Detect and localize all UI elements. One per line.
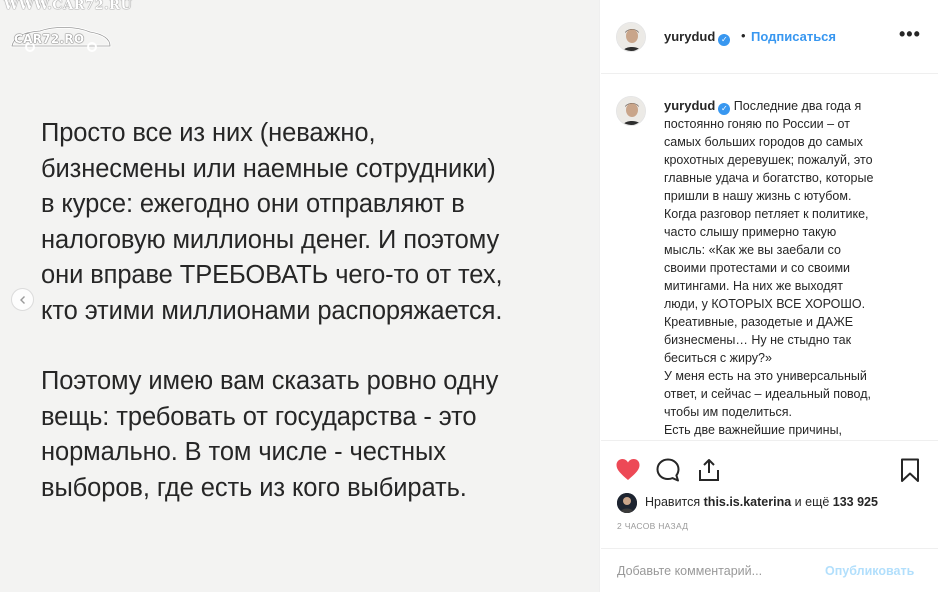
caption-line: самых больших городов до самых — [664, 135, 863, 149]
avatar-photo — [617, 97, 645, 125]
carousel-prev-button[interactable] — [11, 288, 34, 311]
heart-icon — [616, 459, 640, 480]
quote-paragraph-2: Поэтому имею вам сказать ровно одну вещь… — [41, 364, 581, 506]
image-quote-text: Просто все из них (неважно, бизнесмены и… — [41, 116, 581, 506]
likes-count[interactable]: 133 925 — [833, 495, 878, 509]
header-username[interactable]: yurydud ✓ — [664, 29, 731, 46]
caption-line: У меня есть на это универсальный — [664, 369, 867, 383]
caption-line: часто слышу примерно такую — [664, 225, 837, 239]
post-image: WWW.CAR72.RU CAR72.RO Просто все из них … — [0, 0, 600, 592]
quote-line: кто этими миллионами распоряжается. — [41, 296, 503, 325]
quote-line: они вправе ТРЕБОВАТЬ чего-то от тех, — [41, 261, 503, 289]
caption-line: крохотных деревушек; пожалуй, это — [664, 153, 873, 167]
likes-prefix: Нравится — [645, 495, 704, 509]
watermark-logo-text: CAR72.RO — [14, 32, 85, 46]
username-text: yurydud — [664, 29, 716, 44]
caption-scroll-area[interactable]: yurydud ✓ Последние два года я постоянно … — [601, 75, 938, 437]
quote-line: вещь: требовать от государства - это — [41, 402, 477, 431]
caption-line: главные удача и богатство, которые — [664, 171, 874, 185]
liker-username[interactable]: this.is.katerina — [704, 495, 792, 509]
caption-line: митингами. На них же выходят — [664, 279, 843, 293]
quote-line: бизнесмены или наемные сотрудники) — [41, 154, 496, 183]
liker-avatar-photo — [617, 493, 637, 513]
caption-username[interactable]: yurydud — [664, 98, 715, 113]
bookmark-icon — [901, 458, 919, 482]
liker-avatar[interactable] — [617, 493, 637, 513]
comment-button[interactable] — [655, 457, 681, 483]
verified-badge-icon: ✓ — [718, 34, 731, 46]
quote-line: Просто все из них (неважно, — [41, 119, 376, 147]
avatar[interactable] — [616, 96, 646, 126]
watermark-site: WWW.CAR72.RU — [4, 0, 133, 13]
post-timestamp[interactable]: 2 ЧАСОВ НАЗАД — [617, 521, 688, 531]
chevron-left-icon — [19, 295, 25, 304]
comment-input[interactable] — [617, 561, 817, 581]
avatar[interactable] — [616, 22, 646, 52]
post-comment-button[interactable]: Опубликовать — [825, 564, 914, 578]
share-button[interactable] — [696, 457, 722, 483]
caption-line: Когда разговор петляет к политике, — [664, 207, 869, 221]
caption-line: мысль: «Как же вы заебали со — [664, 243, 842, 257]
separator-dot: • — [741, 28, 746, 43]
caption-line-text: Последние два года я — [733, 99, 862, 113]
comment-box: Опубликовать — [601, 548, 938, 592]
likes-text: Нравится this.is.katerina и ещё 133 925 — [645, 495, 878, 509]
caption-line: своими протестами и со своими — [664, 261, 851, 275]
comment-icon — [656, 458, 680, 482]
post-header: yurydud ✓ • Подписаться ••• — [601, 0, 938, 74]
caption-line: бизнесмены… Ну не стыдно так — [664, 333, 852, 347]
post-actions: Нравится this.is.katerina и ещё 133 925 … — [601, 440, 938, 540]
quote-line: в курсе: ежегодно они отправляют в — [41, 190, 465, 218]
caption-line: пришли в нашу жизнь с ютубом. — [664, 189, 852, 203]
save-button[interactable] — [897, 457, 923, 483]
quote-line: выборов, где есть из кого выбирать. — [41, 473, 467, 502]
avatar-photo — [617, 23, 645, 51]
quote-line: налоговую миллионы денег. И поэтому — [41, 225, 500, 254]
caption-text: yurydud ✓ Последние два года я постоянно … — [664, 97, 926, 437]
caption-line: беситься с жиру?» — [664, 351, 772, 365]
caption-line: постоянно гоняю по России – от — [664, 117, 850, 131]
caption-line: ответ, и сейчас – идеальный повод, — [664, 387, 871, 401]
like-button[interactable] — [615, 457, 641, 483]
quote-paragraph-1: Просто все из них (неважно, бизнесмены и… — [41, 116, 581, 329]
caption-line: yurydud ✓ Последние два года я — [664, 97, 926, 115]
more-options-icon[interactable]: ••• — [899, 24, 921, 45]
follow-button[interactable]: Подписаться — [751, 29, 836, 44]
likes-suffix: и ещё — [791, 495, 833, 509]
verified-badge-icon: ✓ — [718, 103, 731, 115]
caption-line: Креативные, разодетые и ДАЖЕ — [664, 315, 854, 329]
post-sidebar: yurydud ✓ • Подписаться ••• yurydud ✓ Посл… — [601, 0, 938, 592]
caption-line: Есть две важнейшие причины, — [664, 423, 843, 437]
caption-line: люди, у КОТОРЫХ ВСЕ ХОРОШО. — [664, 297, 866, 311]
caption-line: чтобы им поделиться. — [664, 405, 792, 419]
share-icon — [699, 459, 719, 481]
quote-line: нормально. В том числе - честных — [41, 438, 446, 466]
quote-line: Поэтому имею вам сказать ровно одну — [41, 367, 499, 395]
